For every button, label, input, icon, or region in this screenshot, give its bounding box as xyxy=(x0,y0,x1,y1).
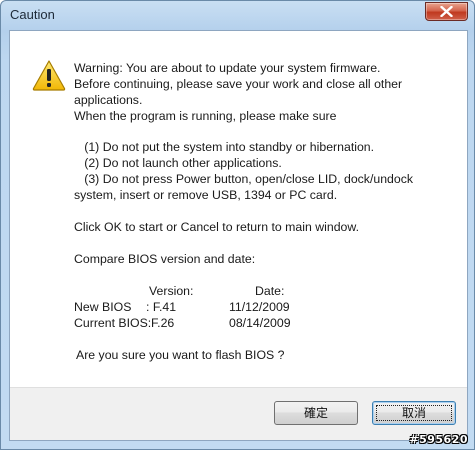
watermark: #595620 xyxy=(409,433,468,446)
bios-version-header: Version: xyxy=(149,284,194,298)
bios-row-date: 08/14/2009 xyxy=(229,316,291,330)
message-line: Compare BIOS version and date: xyxy=(74,252,256,266)
message-line: When the program is running, please make… xyxy=(74,109,337,123)
bios-row-version: : F.41 xyxy=(146,300,177,314)
bios-row-version: F.26 xyxy=(151,316,175,330)
message-line: Click OK to start or Cancel to return to… xyxy=(74,220,359,234)
message-line: (2) Do not launch other applications. xyxy=(74,156,282,170)
caution-dialog: Caution Warning: You are about to update xyxy=(0,0,475,450)
bios-row-label: New BIOS xyxy=(74,300,132,314)
bios-date-header: Date: xyxy=(255,284,285,298)
message-line: Before continuing, please save your work… xyxy=(74,77,403,91)
bios-row-date: 11/12/2009 xyxy=(229,300,290,314)
title-bar[interactable]: Caution xyxy=(1,1,474,30)
message-line: applications. xyxy=(74,93,143,107)
message-line: (1) Do not put the system into standby o… xyxy=(74,140,375,154)
message-line: (3) Do not press Power button, open/clos… xyxy=(74,172,414,186)
ok-button[interactable]: 確定 xyxy=(274,401,358,425)
message-line: system, insert or remove USB, 1394 or PC… xyxy=(74,188,338,202)
bios-row-label: Current BIOS: xyxy=(74,316,152,330)
close-x-icon xyxy=(440,6,453,17)
confirm-question: Are you sure you want to flash BIOS ? xyxy=(76,348,285,362)
message-line: Warning: You are about to update your sy… xyxy=(74,61,381,75)
button-bar: 確定 取消 xyxy=(10,387,467,440)
dialog-client-area: Warning: You are about to update your sy… xyxy=(9,30,468,441)
focus-rectangle xyxy=(376,405,452,421)
close-button[interactable] xyxy=(425,2,468,21)
warning-triangle-icon xyxy=(32,60,66,91)
message-panel: Warning: You are about to update your sy… xyxy=(10,31,467,389)
cancel-button[interactable]: 取消 xyxy=(372,401,456,425)
window-title: Caution xyxy=(10,7,55,22)
